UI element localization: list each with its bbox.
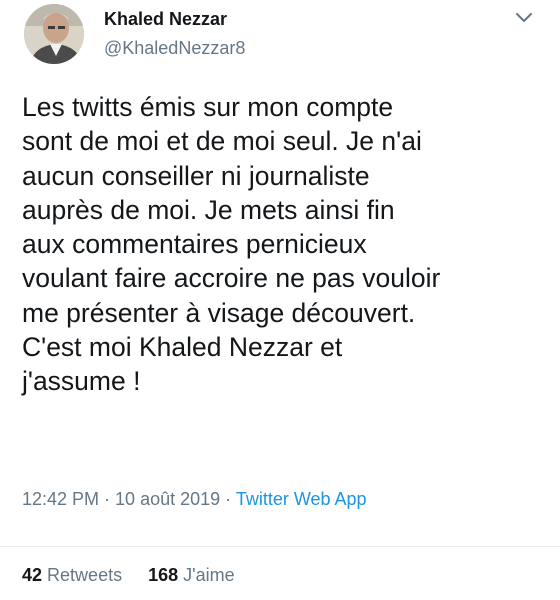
likes-stat[interactable]: 168 J'aime [148,565,235,585]
likes-label: J'aime [183,565,235,585]
retweets-count: 42 [22,565,43,585]
avatar-image [24,4,84,64]
tweet-meta: 12:42 PM · 10 août 2019 · Twitter Web Ap… [22,489,367,510]
tweet-stats: 42 Retweets 168 J'aime [22,565,235,586]
meta-separator: · [99,489,116,509]
likes-count: 168 [148,565,179,585]
author-display-name[interactable]: Khaled Nezzar [104,9,227,30]
meta-separator: · [220,489,236,509]
author-handle[interactable]: @KhaledNezzar8 [104,38,245,59]
avatar[interactable] [24,4,84,64]
tweet-text: Les twitts émis sur mon compte sont de m… [22,92,441,397]
retweets-stat[interactable]: 42 Retweets [22,565,122,585]
retweets-label: Retweets [47,565,123,585]
tweet-source-link[interactable]: Twitter Web App [236,489,367,509]
divider [0,546,560,547]
chevron-down-icon[interactable] [512,8,536,28]
tweet-time[interactable]: 12:42 PM [22,489,99,509]
tweet-card: Khaled Nezzar @KhaledNezzar8 Les twitts … [0,0,560,600]
tweet-date[interactable]: 10 août 2019 [115,489,220,509]
